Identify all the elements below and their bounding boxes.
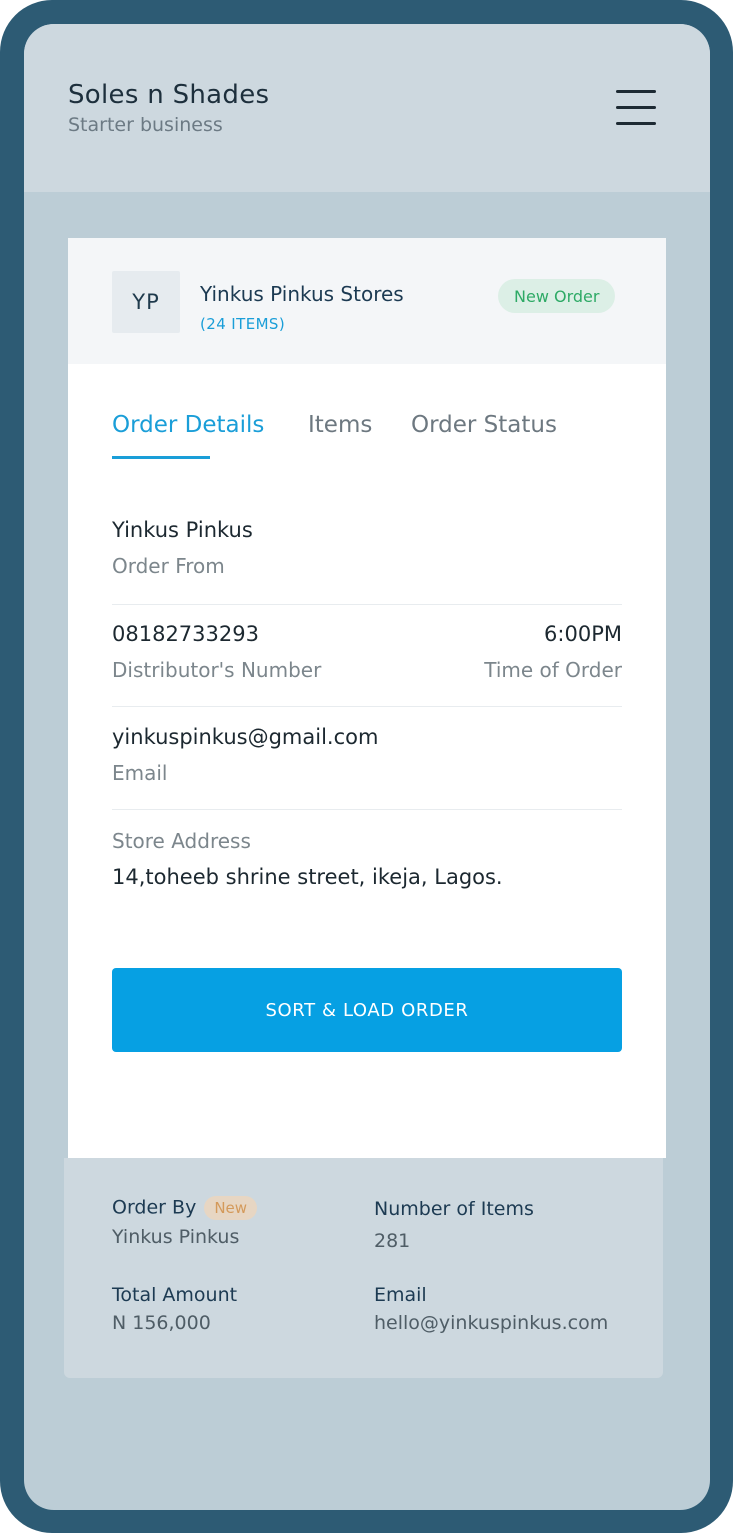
order-by-label: Order By: [112, 1196, 197, 1219]
status-badge: New Order: [498, 279, 616, 313]
tab-items[interactable]: Items: [308, 412, 372, 438]
total-title: Total Amount: [112, 1284, 238, 1306]
store-avatar: YP: [112, 271, 180, 333]
summary-email-value[interactable]: hello@yinkuspinkus.com: [374, 1312, 608, 1334]
distributor-row: 08182733293 Distributor's Number 6:00PM …: [112, 622, 622, 692]
divider: [112, 706, 622, 707]
summary-email-block: Email hello@yinkuspinkus.com: [374, 1284, 608, 1334]
order-summary: Order By New Yinkus Pinkus Number of Item…: [64, 1158, 663, 1378]
summary-email-title: Email: [374, 1284, 427, 1306]
order-from-label: Order From: [112, 554, 225, 578]
order-from-value: Yinkus Pinkus: [112, 518, 253, 542]
store-name: Yinkus Pinkus Stores: [200, 282, 404, 306]
app-screen: Soles n Shades Starter business YP Yinku…: [24, 24, 710, 1510]
email-value[interactable]: yinkuspinkus@gmail.com: [112, 725, 622, 749]
tab-bar: Order Details Items Order Status: [112, 412, 632, 464]
device-frame: Soles n Shades Starter business YP Yinku…: [0, 0, 733, 1533]
order-by-title: Order By New: [112, 1196, 258, 1220]
divider: [112, 604, 622, 605]
address-value: 14,toheeb shrine street, ikeja, Lagos.: [112, 865, 503, 889]
order-by-block: Order By New Yinkus Pinkus: [112, 1196, 258, 1248]
store-items-count: (24 ITEMS): [200, 315, 286, 333]
address-row: Store Address 14,toheeb shrine street, i…: [112, 829, 622, 889]
tab-order-details[interactable]: Order Details: [112, 412, 264, 438]
items-block: Number of Items 281: [374, 1198, 534, 1252]
active-tab-indicator: [112, 456, 210, 459]
total-value: N 156,000: [112, 1312, 211, 1334]
address-label: Store Address: [112, 829, 251, 853]
menu-line: [616, 122, 656, 125]
items-value: 281: [374, 1230, 411, 1252]
menu-line: [616, 90, 656, 93]
order-by-value: Yinkus Pinkus: [112, 1226, 240, 1248]
business-plan: Starter business: [68, 114, 223, 136]
email-row: yinkuspinkus@gmail.com Email: [112, 725, 622, 785]
business-name: Soles n Shades: [68, 80, 270, 110]
time-label: Time of Order: [484, 658, 622, 682]
time-value: 6:00PM: [544, 622, 622, 646]
menu-line: [616, 106, 656, 109]
total-block: Total Amount N 156,000: [112, 1284, 237, 1334]
order-from-row: Yinkus Pinkus Order From: [112, 518, 622, 578]
new-badge: New: [204, 1196, 258, 1220]
items-title: Number of Items: [374, 1198, 534, 1220]
store-header: YP Yinkus Pinkus Stores (24 ITEMS) New O…: [68, 238, 666, 364]
sort-load-order-button[interactable]: SORT & LOAD ORDER: [112, 968, 622, 1052]
app-header: Soles n Shades Starter business: [24, 24, 710, 192]
email-label: Email: [112, 761, 168, 785]
divider: [112, 809, 622, 810]
tab-order-status[interactable]: Order Status: [411, 412, 557, 438]
time-of-order: 6:00PM Time of Order: [484, 622, 622, 682]
order-card: YP Yinkus Pinkus Stores (24 ITEMS) New O…: [68, 238, 666, 1158]
hamburger-icon[interactable]: [610, 86, 662, 130]
